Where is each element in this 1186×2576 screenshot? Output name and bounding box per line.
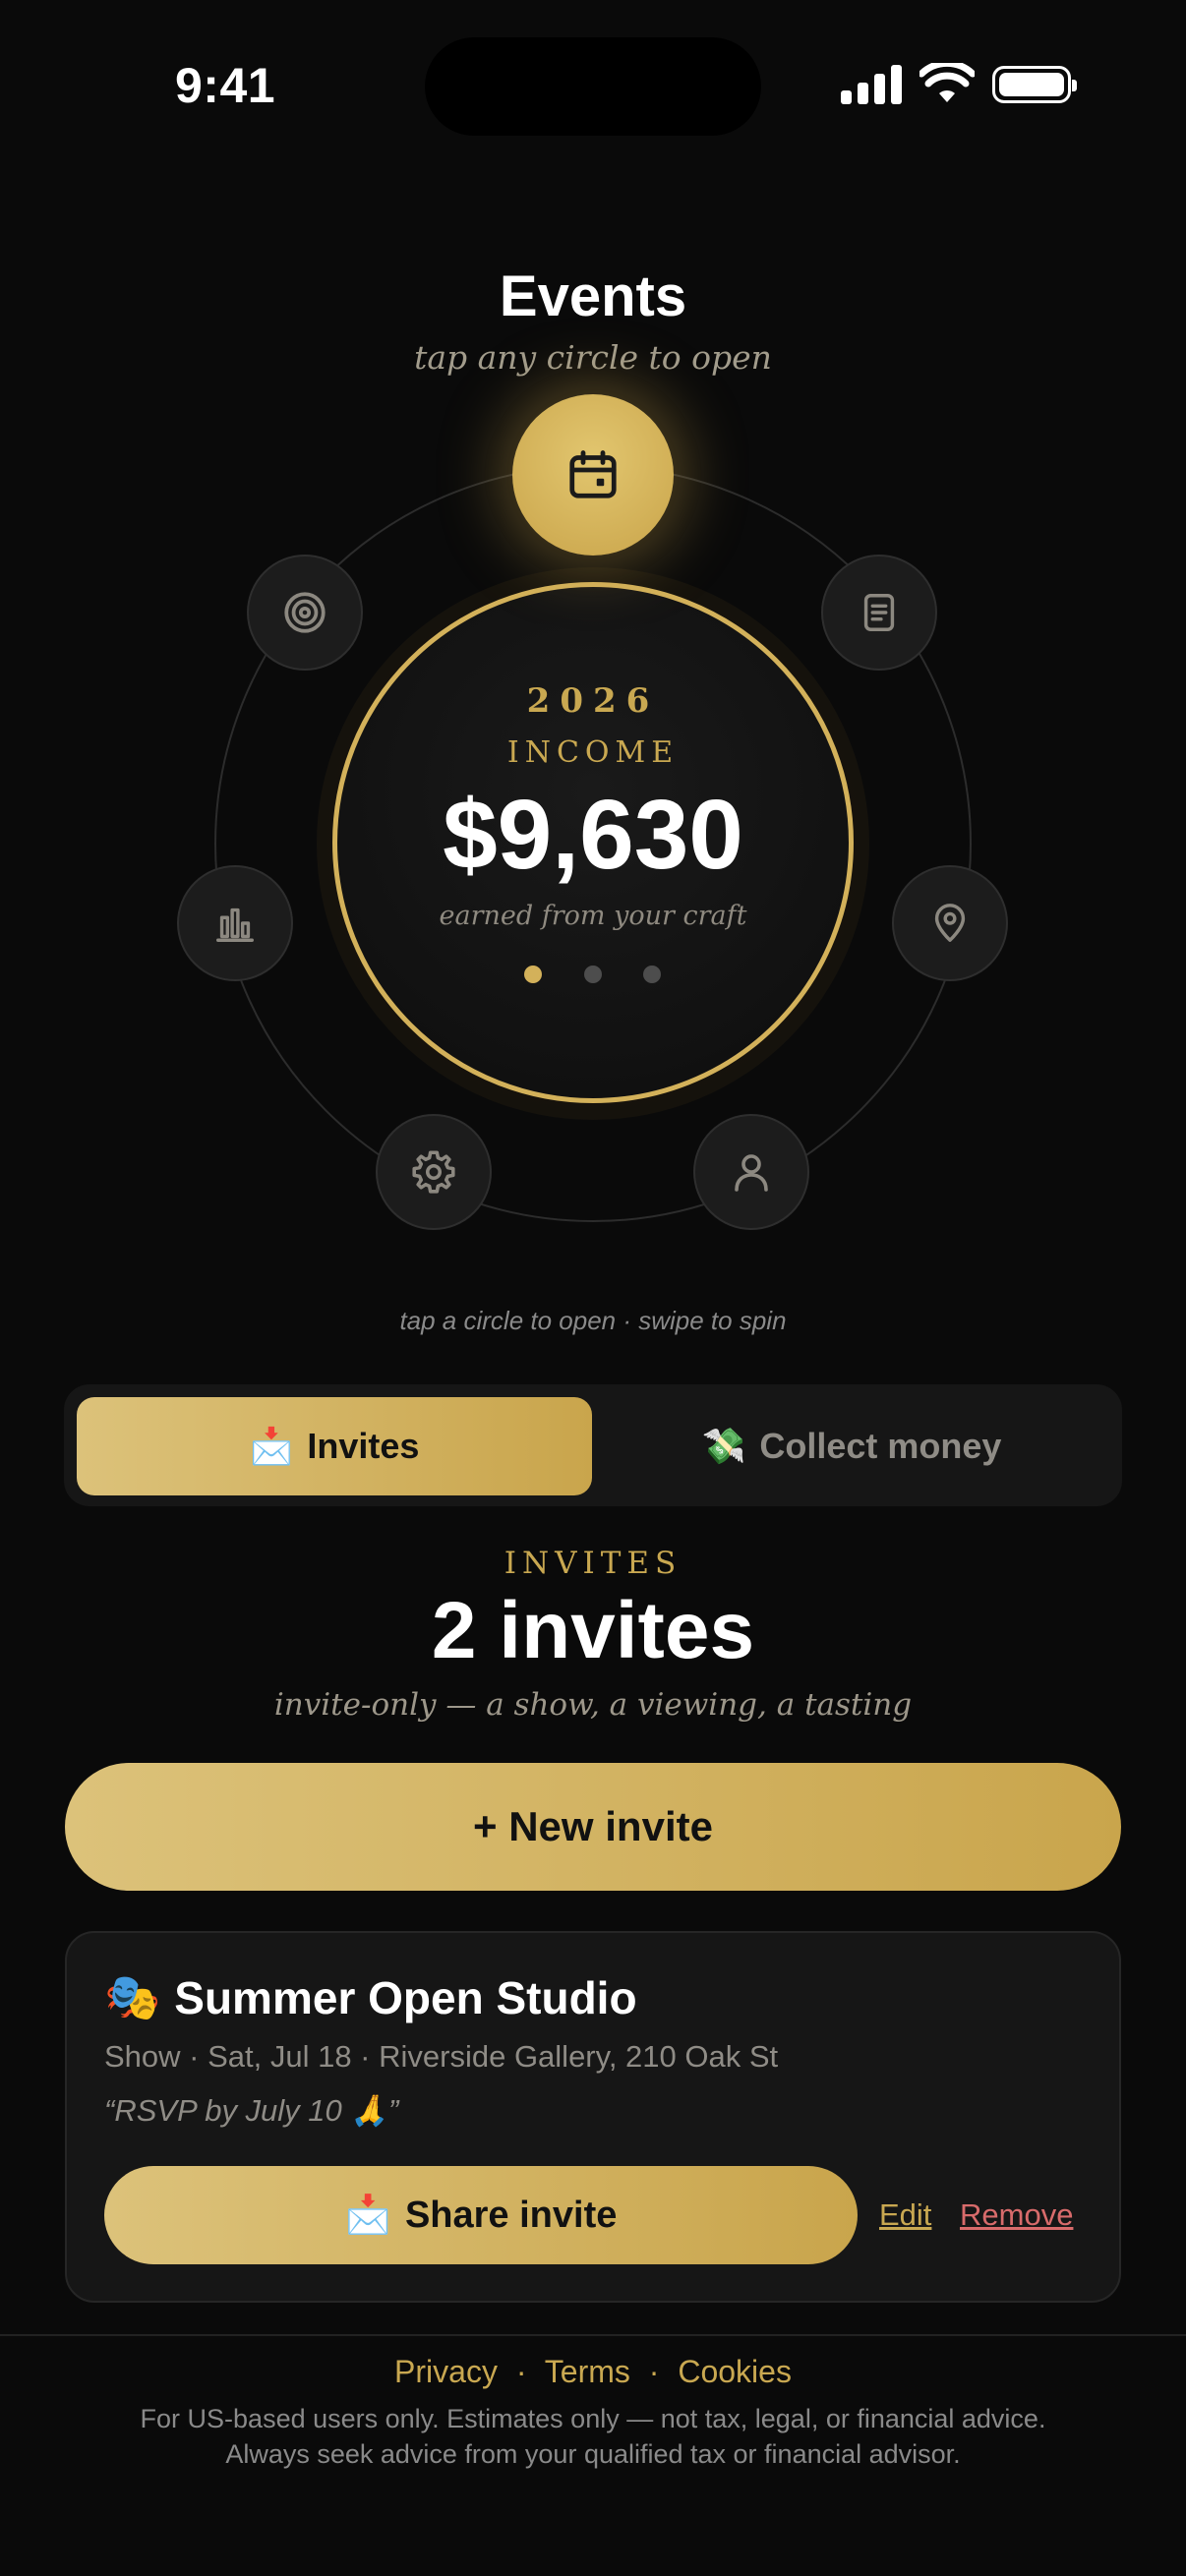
- location-pin-icon: [934, 904, 966, 942]
- gear-icon: [412, 1150, 455, 1194]
- invite-note: “RSVP by July 10 🙏”: [104, 2093, 399, 2128]
- wifi-icon: [919, 63, 975, 102]
- wheel-node-reports[interactable]: [177, 865, 293, 981]
- share-invite-label: Share invite: [404, 2194, 618, 2236]
- privacy-link[interactable]: Privacy: [394, 2354, 498, 2389]
- wheel-node-locations[interactable]: [892, 865, 1008, 981]
- money-wings-emoji-icon: 💸: [701, 1426, 746, 1466]
- person-icon: [735, 1154, 768, 1192]
- wheel-node-profile[interactable]: [693, 1114, 809, 1230]
- envelope-emoji-icon: 📩: [249, 1426, 294, 1466]
- footer-divider: [0, 2334, 1186, 2336]
- terms-link[interactable]: Terms: [545, 2354, 630, 2389]
- tab-invites-label: Invites: [307, 1426, 420, 1466]
- page-dot-3[interactable]: [643, 966, 661, 983]
- footer-disclaimer: For US-based users only. Estimates only …: [0, 2401, 1186, 2472]
- footer-links: Privacy · Terms · Cookies: [0, 2354, 1186, 2390]
- income-year: 2026: [526, 681, 660, 721]
- page-dot-2[interactable]: [584, 966, 602, 983]
- wheel-node-goals[interactable]: [247, 555, 363, 671]
- section-title: 2 invites: [431, 1586, 755, 1675]
- edit-invite-link[interactable]: Edit: [879, 2197, 931, 2233]
- income-amount: $9,630: [443, 780, 743, 890]
- status-time: 9:41: [175, 58, 276, 113]
- section-kicker: INVITES: [504, 1546, 682, 1581]
- disclaimer-line-2: Always seek advice from your qualified t…: [225, 2439, 961, 2469]
- income-label: INCOME: [506, 735, 680, 770]
- invite-meta: Show · Sat, Jul 18 · Riverside Gallery, …: [104, 2039, 779, 2074]
- tab-collect-money[interactable]: 💸 Collect money: [594, 1397, 1109, 1495]
- wheel-node-calendar[interactable]: [512, 394, 674, 556]
- page-dot-1[interactable]: [524, 966, 542, 983]
- bar-chart-icon: [216, 907, 254, 942]
- page-subtitle: tap any circle to open: [414, 338, 772, 377]
- tab-collect-money-label: Collect money: [759, 1426, 1002, 1466]
- wheel-hint: tap a circle to open · swipe to spin: [399, 1306, 787, 1335]
- wheel-node-settings[interactable]: [376, 1114, 492, 1230]
- cellular-signal-icon: [841, 65, 902, 104]
- remove-invite-link[interactable]: Remove: [960, 2197, 1073, 2233]
- document-icon: [863, 594, 895, 631]
- theater-masks-emoji-icon: 🎭: [104, 1971, 161, 2022]
- invite-title-row: 🎭 Summer Open Studio: [104, 1970, 637, 2024]
- footer-separator: ·: [648, 2354, 660, 2389]
- dynamic-island: [425, 37, 761, 136]
- target-icon: [284, 592, 326, 633]
- cookies-link[interactable]: Cookies: [678, 2354, 792, 2389]
- invite-title: Summer Open Studio: [174, 1971, 637, 2023]
- section-subtitle: invite-only — a show, a viewing, a tasti…: [273, 1687, 913, 1723]
- page-title: Events: [499, 264, 687, 328]
- income-caption: earned from your craft: [439, 901, 747, 931]
- share-invite-button[interactable]: 📩 Share invite: [104, 2166, 858, 2264]
- disclaimer-line-1: For US-based users only. Estimates only …: [140, 2404, 1046, 2433]
- footer-separator: ·: [515, 2354, 527, 2389]
- battery-icon: [992, 66, 1077, 103]
- calendar-icon: [569, 450, 617, 498]
- wheel-node-documents[interactable]: [821, 555, 937, 671]
- envelope-emoji-icon: 📩: [344, 2195, 391, 2236]
- tab-invites[interactable]: 📩 Invites: [77, 1397, 592, 1495]
- new-invite-button[interactable]: + New invite: [65, 1763, 1121, 1891]
